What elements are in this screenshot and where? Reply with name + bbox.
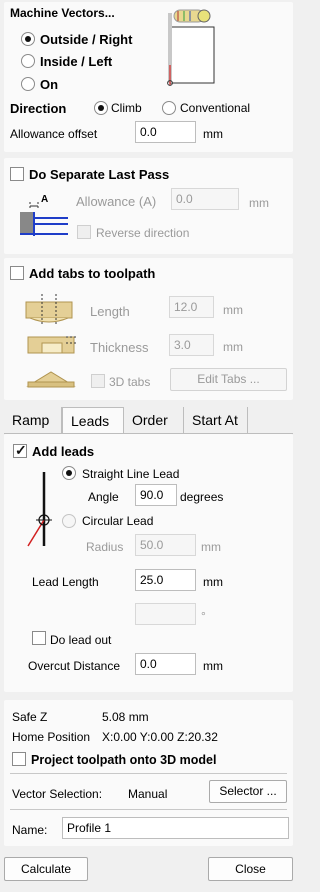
- radio-climb-label[interactable]: Climb: [111, 101, 142, 115]
- reverse-direction-checkbox[interactable]: [77, 225, 91, 239]
- tabs-3d-checkbox[interactable]: [91, 374, 105, 388]
- do-lead-out-checkbox[interactable]: [32, 631, 46, 645]
- direction-label: Direction: [10, 101, 67, 116]
- tab-length-label: Length: [90, 304, 130, 319]
- tabs-3d-label[interactable]: 3D tabs: [109, 375, 150, 389]
- last-pass-allowance-unit: mm: [249, 196, 269, 210]
- edit-tabs-button[interactable]: Edit Tabs ...: [170, 368, 287, 391]
- tab-thickness-unit: mm: [223, 340, 243, 354]
- overcut-distance-input[interactable]: 0.0: [135, 653, 196, 675]
- separate-last-pass-panel: Do Separate Last Pass A Allowance (A) 0.…: [4, 158, 293, 254]
- add-tabs-checkbox[interactable]: [10, 266, 24, 280]
- machine-vectors-panel: Machine Vectors... Outside / Right Insid…: [4, 2, 293, 152]
- radio-on-indicator[interactable]: [21, 77, 35, 91]
- calculate-button[interactable]: Calculate: [4, 857, 88, 881]
- close-button[interactable]: Close: [208, 857, 293, 881]
- add-tabs-label[interactable]: Add tabs to toolpath: [29, 266, 155, 281]
- lead-length-input[interactable]: 25.0: [135, 569, 196, 591]
- radio-straight-line-lead-label[interactable]: Straight Line Lead: [82, 467, 179, 481]
- vector-selection-label: Vector Selection:: [12, 787, 103, 801]
- tab-3d-icon: [26, 371, 76, 388]
- lead-radius-unit: mm: [201, 540, 221, 554]
- radio-conventional-label[interactable]: Conventional: [180, 101, 250, 115]
- lead-illustration: [27, 472, 52, 547]
- radio-outside-right-label[interactable]: Outside / Right: [40, 32, 132, 47]
- toolpath-name-input[interactable]: Profile 1: [62, 817, 289, 839]
- tab-ramp[interactable]: Ramp: [4, 407, 62, 433]
- add-leads-checkbox[interactable]: [13, 442, 27, 459]
- profile-outside-illustration: [167, 9, 215, 86]
- radio-circular-lead-indicator[interactable]: [62, 514, 76, 528]
- tab-start-at[interactable]: Start At: [184, 407, 248, 433]
- info-separator-2: [10, 809, 287, 810]
- allowance-offset-unit: mm: [203, 127, 223, 141]
- lead-angle-label: Angle: [88, 490, 119, 504]
- lead-length-unit: mm: [203, 575, 223, 589]
- tab-leads[interactable]: Leads: [62, 407, 124, 433]
- machine-vectors-title: Machine Vectors...: [10, 6, 115, 20]
- add-leads-label[interactable]: Add leads: [32, 444, 94, 459]
- tabs-panel: Add tabs to toolpath Length 12.0 mm Thic…: [4, 258, 293, 400]
- separate-last-pass-checkbox[interactable]: [10, 167, 24, 181]
- tab-thickness-icon: [27, 336, 78, 354]
- lead-out-angle-input[interactable]: [135, 603, 196, 625]
- toolpath-tab-bar: Ramp Leads Order Start At: [4, 407, 293, 434]
- tab-order[interactable]: Order: [124, 407, 184, 433]
- lead-angle-input[interactable]: 90.0: [135, 484, 177, 506]
- radio-on-label[interactable]: On: [40, 77, 58, 92]
- project-toolpath-label[interactable]: Project toolpath onto 3D model: [31, 753, 216, 767]
- tab-thickness-label: Thickness: [90, 340, 149, 355]
- info-separator-1: [10, 773, 287, 774]
- safe-z-value: 5.08 mm: [102, 710, 149, 724]
- last-pass-allowance-label: Allowance (A): [76, 194, 157, 209]
- reverse-direction-label[interactable]: Reverse direction: [96, 226, 189, 240]
- tab-length-input[interactable]: 12.0: [169, 296, 214, 318]
- allowance-offset-label: Allowance offset: [10, 127, 98, 141]
- vector-selection-value: Manual: [128, 787, 168, 801]
- lead-radius-input[interactable]: 50.0: [135, 534, 196, 556]
- project-toolpath-checkbox[interactable]: [12, 752, 26, 766]
- separate-last-pass-label[interactable]: Do Separate Last Pass: [29, 167, 169, 182]
- lead-length-label: Lead Length: [32, 575, 99, 589]
- tab-length-icon: [25, 294, 73, 326]
- last-pass-allowance-input[interactable]: 0.0: [171, 188, 239, 210]
- toolpath-name-label: Name:: [12, 823, 48, 837]
- overcut-distance-unit: mm: [203, 659, 223, 673]
- selector-button[interactable]: Selector ...: [209, 780, 287, 803]
- last-pass-icon-letter: A: [41, 194, 49, 205]
- do-lead-out-label[interactable]: Do lead out: [50, 633, 111, 647]
- radio-inside-left-indicator[interactable]: [21, 54, 35, 68]
- safe-z-label: Safe Z: [12, 710, 48, 724]
- overcut-distance-label: Overcut Distance: [28, 659, 121, 673]
- toolpath-info-panel: Safe Z 5.08 mm Home Position X:0.00 Y:0.…: [4, 700, 293, 846]
- lead-angle-unit: degrees: [180, 490, 224, 504]
- radio-circular-lead-label[interactable]: Circular Lead: [82, 514, 153, 528]
- leads-panel: Add leads Straight Line Lead Angle 90.0 …: [4, 434, 293, 692]
- radio-climb-indicator[interactable]: [94, 101, 108, 115]
- radio-straight-line-lead-indicator[interactable]: [62, 466, 76, 480]
- allowance-offset-input[interactable]: 0.0: [135, 121, 196, 143]
- home-position-label: Home Position: [12, 730, 91, 744]
- radio-conventional-indicator[interactable]: [162, 101, 176, 115]
- home-position-value: X:0.00 Y:0.00 Z:20.32: [102, 730, 218, 744]
- radio-inside-left-label[interactable]: Inside / Left: [40, 54, 112, 69]
- lead-radius-label: Radius: [86, 540, 124, 554]
- radio-outside-right-indicator[interactable]: [21, 32, 35, 46]
- lead-out-degree-unit: °: [201, 609, 206, 623]
- tab-thickness-input[interactable]: 3.0: [169, 334, 214, 356]
- tab-length-unit: mm: [223, 303, 243, 317]
